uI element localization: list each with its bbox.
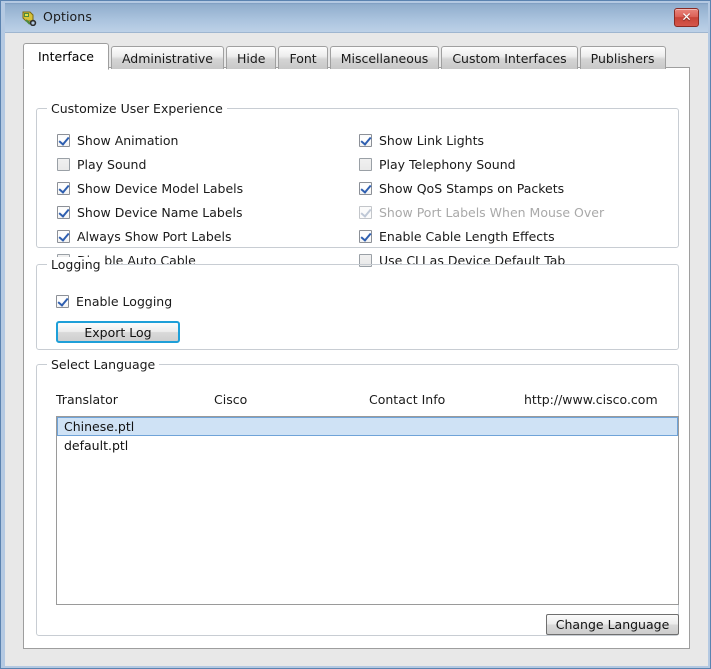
checkbox-box[interactable] [359, 229, 372, 243]
customize-user-experience-group: Customize User Experience Show Animation… [36, 101, 679, 268]
checkbox-show-device-name-labels[interactable]: Show Device Name Labels [57, 203, 243, 221]
interface-tab-panel: Customize User Experience Show Animation… [23, 67, 690, 649]
checkbox-show-port-labels-when-mouse-over: Show Port Labels When Mouse Over [359, 203, 604, 221]
tab-miscellaneous[interactable]: Miscellaneous [329, 46, 440, 69]
tab-label: Font [289, 50, 317, 66]
close-button[interactable]: ✕ [674, 8, 699, 27]
checkbox-box[interactable] [57, 229, 70, 243]
checkbox-label: Enable Cable Length Effects [379, 228, 555, 244]
tab-hide[interactable]: Hide [225, 46, 277, 69]
checkbox-label: Show Link Lights [379, 132, 484, 148]
checkbox-label: Play Sound [77, 156, 147, 172]
checkbox-play-sound[interactable]: Play Sound [57, 155, 146, 173]
checkbox-show-qos-stamps-on-packets[interactable]: Show QoS Stamps on Packets [359, 179, 564, 197]
checkbox-box[interactable] [359, 181, 372, 195]
close-icon: ✕ [681, 10, 692, 24]
checkbox-label: Show Animation [77, 132, 179, 148]
checkbox-label: Always Show Port Labels [77, 228, 232, 244]
window-inner: Options ✕ Interface Administrative Hide … [5, 3, 708, 666]
checkbox-show-link-lights[interactable]: Show Link Lights [359, 131, 484, 149]
group-legend: Customize User Experience [47, 101, 227, 116]
language-header-translator: Translator [56, 392, 118, 407]
tab-font[interactable]: Font [278, 46, 328, 69]
checkbox-box[interactable] [57, 181, 70, 195]
language-header-url: http://www.cisco.com [524, 392, 658, 407]
tab-interface[interactable]: Interface [23, 43, 109, 70]
packet-tracer-icon [21, 10, 37, 27]
checkbox-label: Play Telephony Sound [379, 156, 516, 172]
checkbox-box[interactable] [57, 157, 70, 171]
tab-administrative[interactable]: Administrative [110, 46, 224, 69]
checkbox-label: Show Port Labels When Mouse Over [379, 204, 605, 220]
list-item[interactable]: Chinese.ptl [57, 417, 678, 436]
change-language-button[interactable]: Change Language [546, 614, 679, 635]
tab-publishers[interactable]: Publishers [579, 46, 666, 69]
options-window: Options ✕ Interface Administrative Hide … [0, 0, 711, 669]
tab-strip: Interface Administrative Hide Font Misce… [23, 43, 668, 70]
checkbox-enable-cable-length-effects[interactable]: Enable Cable Length Effects [359, 227, 555, 245]
checkbox-box [359, 205, 372, 219]
tab-label: Publishers [590, 50, 655, 66]
tab-label: Interface [38, 49, 94, 64]
tab-label: Custom Interfaces [452, 50, 567, 66]
group-legend: Logging [47, 257, 105, 272]
checkbox-box[interactable] [359, 157, 372, 171]
checkbox-label: Enable Logging [76, 293, 173, 309]
checkbox-box[interactable] [57, 205, 70, 219]
checkbox-label: Show QoS Stamps on Packets [379, 180, 565, 196]
checkbox-show-animation[interactable]: Show Animation [57, 131, 178, 149]
checkbox-always-show-port-labels[interactable]: Always Show Port Labels [57, 227, 231, 245]
export-log-button[interactable]: Export Log [56, 321, 180, 343]
title-bar: Options ✕ [5, 3, 708, 33]
language-list[interactable]: Chinese.ptl default.ptl [56, 416, 679, 605]
group-legend: Select Language [47, 357, 160, 372]
checkbox-play-telephony-sound[interactable]: Play Telephony Sound [359, 155, 516, 173]
tab-custom-interfaces[interactable]: Custom Interfaces [441, 46, 578, 69]
checkbox-box[interactable] [56, 294, 69, 308]
checkbox-box[interactable] [57, 133, 70, 147]
dialog-content: Interface Administrative Hide Font Misce… [5, 33, 708, 666]
checkbox-show-device-model-labels[interactable]: Show Device Model Labels [57, 179, 243, 197]
checkbox-enable-logging[interactable]: Enable Logging [56, 292, 172, 310]
tab-label: Hide [236, 50, 266, 66]
checkbox-label: Show Device Name Labels [77, 204, 243, 220]
checkbox-box[interactable] [359, 133, 372, 147]
tab-label: Administrative [121, 50, 213, 66]
list-item[interactable]: default.ptl [57, 436, 678, 455]
tab-label: Miscellaneous [340, 50, 429, 66]
checkbox-label: Show Device Model Labels [77, 180, 244, 196]
language-header-contact-info: Contact Info [369, 392, 446, 407]
window-title: Options [43, 9, 92, 24]
language-header-cisco: Cisco [214, 392, 248, 407]
